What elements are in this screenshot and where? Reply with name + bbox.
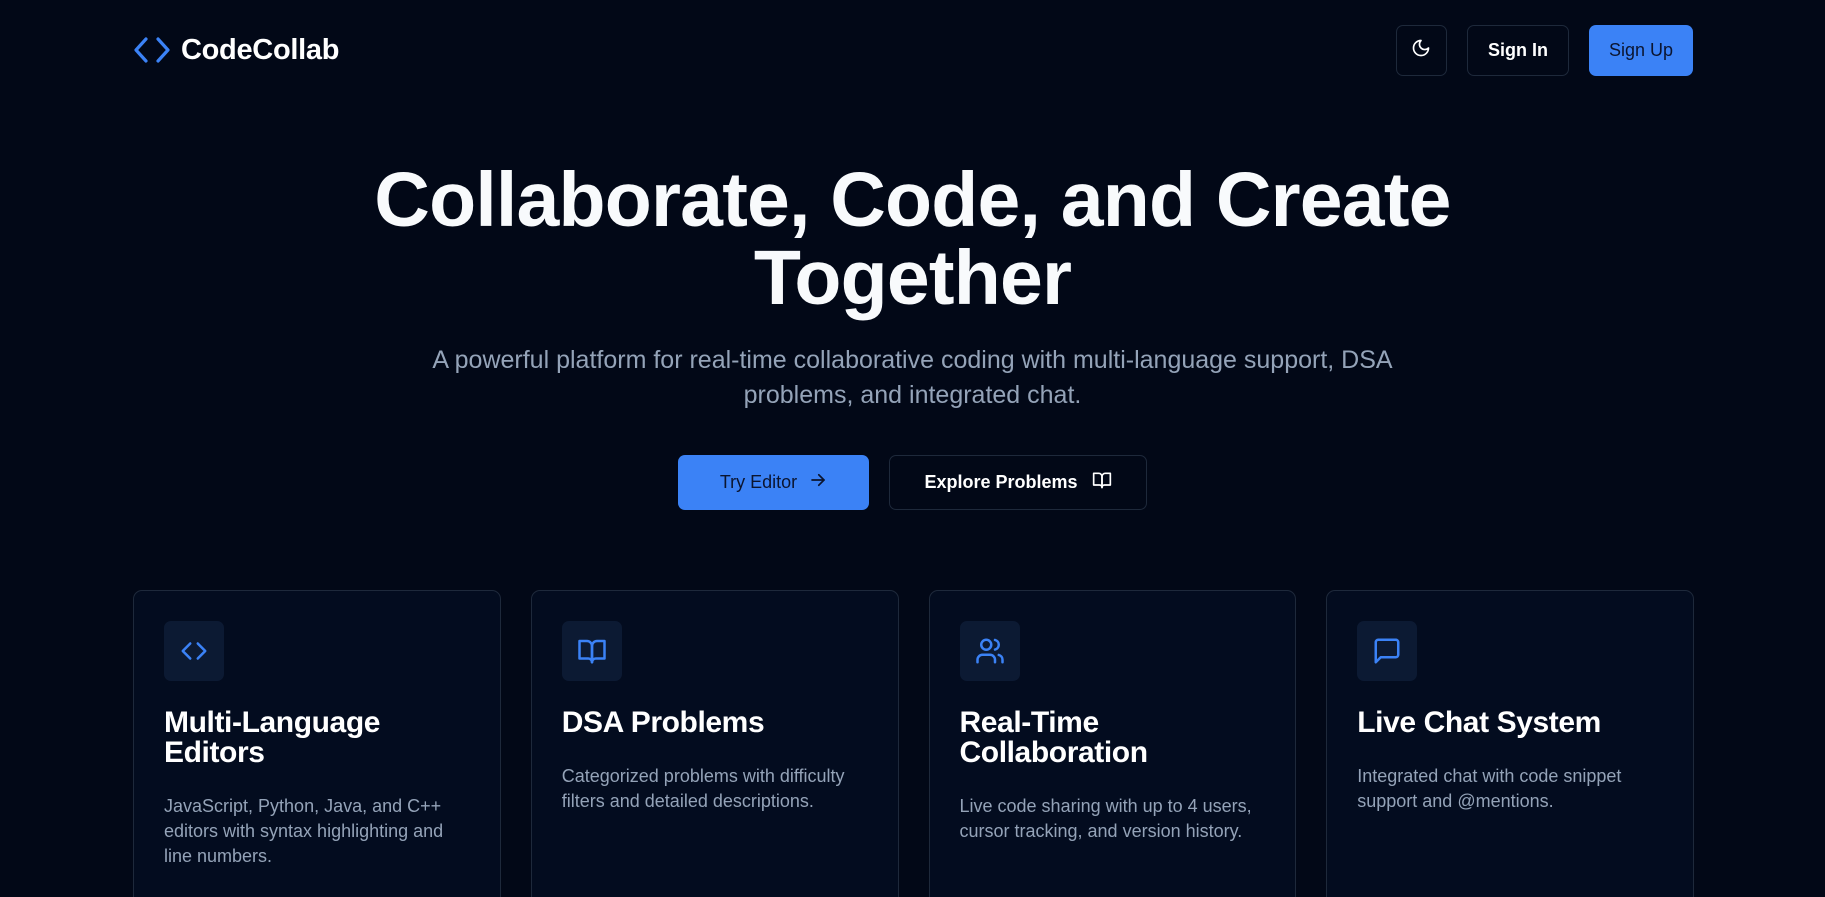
book-open-icon <box>561 621 622 681</box>
feature-card-real-time-collaboration: Real-Time Collaboration Live code sharin… <box>928 590 1297 897</box>
brand-logo[interactable]: CodeCollab <box>133 34 339 67</box>
feature-desc-line-2: support and @mentions. <box>1357 791 1554 811</box>
explore-problems-label: Explore Problems <box>924 472 1078 492</box>
feature-description: JavaScript, Python, Java, and C++ editor… <box>164 794 470 869</box>
hero-subtitle-line-2: problems, and integrated chat. <box>743 381 1082 409</box>
feature-title: Multi-Language Editors <box>164 708 470 768</box>
feature-title-line-1: Multi-Language <box>164 706 381 739</box>
top-navbar: CodeCollab Sign In Sign Up <box>133 24 1693 76</box>
book-open-icon <box>1092 470 1112 495</box>
hero-title-line-1: Collaborate, Code, and Create <box>374 157 1451 243</box>
feature-title: Live Chat System <box>1357 706 1601 739</box>
hero-title-line-2: Together <box>753 235 1072 321</box>
hero-subtitle-line-1: A powerful platform for real-time collab… <box>432 346 1393 374</box>
feature-title-line-2: Collaboration <box>959 736 1149 769</box>
try-editor-label: Try Editor <box>719 472 798 492</box>
feature-title-line-2: Editors <box>164 736 265 769</box>
feature-description: Integrated chat with code snippet suppor… <box>1357 764 1663 814</box>
header-actions: Sign In Sign Up <box>1395 24 1693 76</box>
theme-toggle-button[interactable] <box>1395 24 1447 76</box>
feature-title: Real-Time Collaboration <box>960 708 1266 768</box>
feature-description: Live code sharing with up to 4 users, cu… <box>960 794 1266 844</box>
feature-desc-line-1: Categorized problems with difficulty <box>561 766 845 786</box>
sign-up-button[interactable]: Sign Up <box>1588 24 1693 76</box>
moon-icon <box>1411 38 1431 63</box>
brand-name: CodeCollab <box>181 33 340 66</box>
feature-card-multi-language: Multi-Language Editors JavaScript, Pytho… <box>133 590 501 897</box>
code-brackets-icon <box>133 35 171 65</box>
arrow-right-icon <box>809 471 827 494</box>
users-icon <box>959 621 1020 681</box>
feature-desc-line-2: editors with syntax highlighting and <box>164 821 444 841</box>
feature-title-line-1: Real-Time <box>959 706 1100 739</box>
feature-title: DSA Problems <box>561 706 765 739</box>
feature-desc-line-1: Integrated chat with code snippet <box>1357 766 1622 786</box>
feature-desc-line-2: filters and detailed descriptions. <box>561 791 814 811</box>
feature-desc-line-3: line numbers. <box>164 846 273 866</box>
sign-in-button[interactable]: Sign In <box>1466 24 1569 76</box>
message-square-icon <box>1357 621 1418 681</box>
try-editor-button[interactable]: Try Editor <box>678 455 869 510</box>
hero-actions: Try Editor Explore Problems <box>678 455 1147 510</box>
features-grid: Multi-Language Editors JavaScript, Pytho… <box>133 590 1694 897</box>
feature-card-dsa-problems: DSA Problems Categorized problems with d… <box>530 590 899 897</box>
hero-subtitle: A powerful platform for real-time collab… <box>380 343 1445 413</box>
hero-title: Collaborate, Code, and Create Together <box>0 161 1825 317</box>
code-brackets-icon <box>164 621 224 681</box>
feature-description: Categorized problems with difficulty fil… <box>562 764 868 814</box>
feature-desc-line-1: Live code sharing with up to 4 users, <box>959 796 1252 816</box>
feature-desc-line-1: JavaScript, Python, Java, and C++ <box>164 796 442 816</box>
feature-card-live-chat: Live Chat System Integrated chat with co… <box>1326 590 1694 897</box>
explore-problems-button[interactable]: Explore Problems <box>889 455 1147 510</box>
feature-desc-line-2: cursor tracking, and version history. <box>959 821 1243 841</box>
landing-page: CodeCollab Sign In Sign Up Collaborate, … <box>0 0 1825 897</box>
